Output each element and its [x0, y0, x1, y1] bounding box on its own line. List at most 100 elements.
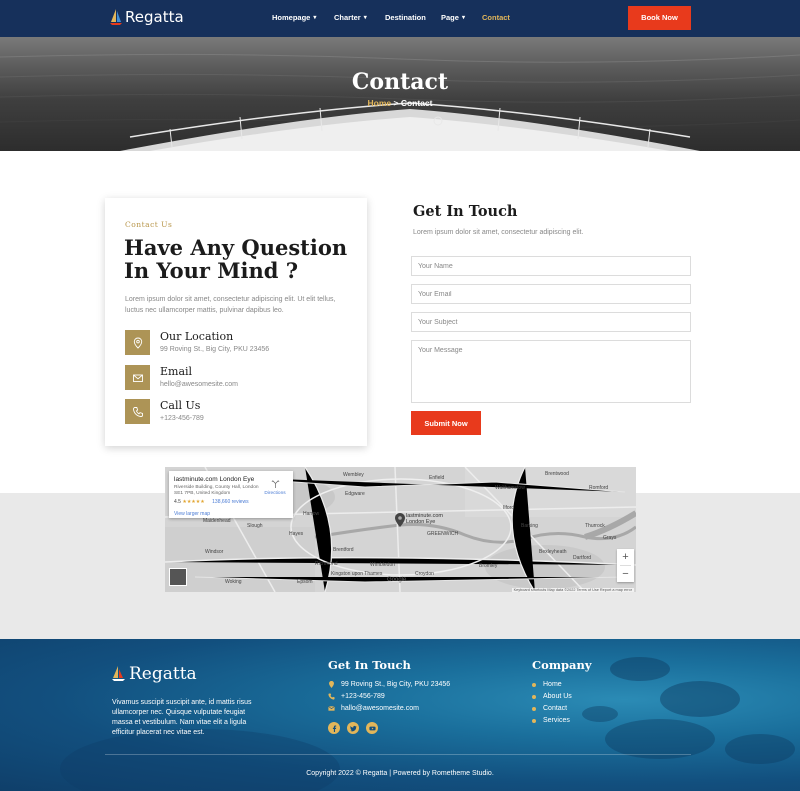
- map-label: Edgware: [345, 491, 365, 497]
- facebook-icon[interactable]: [328, 722, 340, 734]
- map-label: Harrow: [303, 511, 320, 517]
- card-heading-line-2: In Your Mind ?: [124, 258, 299, 283]
- map-label: Woking: [225, 579, 242, 585]
- map-zoom-controls: + −: [617, 549, 634, 582]
- map-pin-icon[interactable]: [395, 513, 405, 527]
- breadcrumb-home-link[interactable]: Home: [368, 98, 392, 108]
- nav-item-contact[interactable]: Contact: [482, 13, 510, 22]
- nav-item-label: Page: [441, 13, 459, 22]
- sailboat-icon: [112, 666, 125, 681]
- footer-contact-heading: Get In Touch: [328, 658, 411, 672]
- map-label: Maidenhead: [203, 518, 231, 524]
- chevron-down-icon: ▾: [461, 15, 465, 21]
- info-label: Call Us: [160, 399, 201, 412]
- view-larger-map-link[interactable]: View larger map: [174, 511, 210, 517]
- nav-item-label: Charter: [334, 13, 361, 22]
- map-label: Barking: [521, 523, 538, 529]
- nav-item-charter[interactable]: Charter ▾: [334, 13, 367, 22]
- location-pin-icon: [329, 681, 334, 688]
- chevron-down-icon: ▾: [313, 15, 317, 21]
- card-heading-line-1: Have Any Question: [124, 235, 348, 260]
- zoom-in-button[interactable]: +: [617, 549, 634, 565]
- footer-address-text: 99 Roving St., Big City, PKU 23456: [341, 681, 451, 688]
- map-label: Dartford: [573, 555, 592, 561]
- map-place-rating: 4.5 ★★★★★ 138,660 reviews: [174, 499, 249, 505]
- map-label: Wimbledon: [370, 562, 396, 568]
- breadcrumb-current: Contact: [400, 98, 433, 108]
- footer-brand-name: Regatta: [129, 664, 197, 684]
- submit-button[interactable]: Submit Now: [411, 411, 481, 435]
- breadcrumb: Home > Contact: [0, 98, 800, 108]
- footer-link-services[interactable]: Services: [532, 717, 570, 724]
- info-value[interactable]: hello@awesomesite.com: [160, 381, 238, 388]
- directions-button[interactable]: Directions: [263, 479, 287, 496]
- email-field[interactable]: [411, 284, 691, 304]
- map-label: Grays: [603, 535, 617, 541]
- nav-item-homepage[interactable]: Homepage ▾: [272, 13, 316, 22]
- bullet-icon: [532, 718, 536, 723]
- book-now-button[interactable]: Book Now: [628, 6, 691, 30]
- copyright-text: Copyright 2022 © Regatta | Powered by Ro…: [306, 770, 494, 777]
- envelope-icon: [328, 706, 335, 711]
- map-label: Ilford: [503, 505, 515, 511]
- reviews-link[interactable]: 138,660 reviews: [212, 499, 248, 505]
- form-subtitle: Lorem ipsum dolor sit amet, consectetur …: [413, 229, 584, 236]
- phone-icon: [125, 399, 150, 424]
- map-attribution[interactable]: Keyboard shortcuts Map data ©2022 Terms …: [511, 588, 634, 592]
- embedded-map[interactable]: Wembley Edgware Enfield Walthamstow Bren…: [165, 467, 636, 592]
- map-label: Wembley: [343, 472, 364, 478]
- footer-link-about[interactable]: About Us: [532, 693, 572, 700]
- rating-value: 4.5: [174, 499, 181, 505]
- map-label: Epsom: [297, 579, 313, 585]
- footer-brand-logo[interactable]: Regatta: [112, 664, 197, 684]
- footer-link-contact[interactable]: Contact: [532, 705, 567, 712]
- card-description: Lorem ipsum dolor sit amet, consectetur …: [125, 296, 336, 314]
- message-field[interactable]: [411, 340, 691, 403]
- bullet-icon: [532, 682, 536, 687]
- map-label: Thurrock: [585, 523, 605, 529]
- footer-link-label: About Us: [543, 693, 572, 700]
- map-label: GREENWICH: [427, 531, 459, 537]
- map-label: Hayes: [289, 531, 304, 537]
- card-heading: Have Any Question In Your Mind ?: [124, 236, 354, 282]
- location-pin-icon: [125, 330, 150, 355]
- nav-item-destination[interactable]: Destination: [385, 13, 426, 22]
- footer-description: Vivamus suscipit suscipit ante, id matti…: [112, 699, 252, 736]
- info-value[interactable]: +123-456-789: [160, 415, 204, 422]
- zoom-out-button[interactable]: −: [617, 566, 634, 582]
- footer-link-home[interactable]: Home: [532, 681, 562, 688]
- top-navbar: Regatta Homepage ▾ Charter ▾ Destination P…: [0, 0, 800, 37]
- nav-item-label: Homepage: [272, 13, 311, 22]
- name-field[interactable]: [411, 256, 691, 276]
- contact-info-card: Contact Us Have Any Question In Your Min…: [105, 198, 367, 446]
- site-footer: Regatta Vivamus suscipit suscipit ante, …: [0, 639, 800, 791]
- twitter-icon[interactable]: [347, 722, 359, 734]
- map-label: Enfield: [429, 475, 445, 481]
- bullet-icon: [532, 706, 536, 711]
- footer-phone[interactable]: +123-456-789: [328, 693, 385, 700]
- form-title: Get In Touch: [413, 203, 518, 220]
- section-kicker: Contact Us: [125, 220, 173, 229]
- directions-icon: [271, 480, 279, 488]
- info-label: Our Location: [160, 330, 234, 343]
- nav-item-page[interactable]: Page ▾: [441, 13, 465, 22]
- google-logo: Google: [387, 577, 407, 583]
- map-place-title: lastminute.com London Eye: [174, 476, 255, 483]
- info-label: Email: [160, 365, 193, 378]
- star-icon: ★★★★★: [182, 499, 205, 505]
- nav-item-label: Contact: [482, 13, 510, 22]
- footer-address: 99 Roving St., Big City, PKU 23456: [328, 681, 450, 688]
- map-layer-toggle[interactable]: [169, 568, 187, 586]
- map-label: Slough: [247, 523, 263, 529]
- breadcrumb-separator: >: [393, 98, 399, 108]
- directions-label: Directions: [264, 491, 286, 496]
- subject-field[interactable]: [411, 312, 691, 332]
- youtube-icon[interactable]: [366, 722, 378, 734]
- chevron-down-icon: ▾: [363, 15, 367, 21]
- map-place-card: lastminute.com London Eye Riverside Buil…: [169, 471, 293, 518]
- map-label: Windsor: [205, 549, 224, 555]
- footer-email[interactable]: hallo@awesomesite.com: [328, 705, 419, 712]
- page-title: Contact: [351, 69, 449, 95]
- map-label: Kingston upon Thames: [331, 571, 383, 577]
- footer-link-label: Home: [543, 681, 562, 688]
